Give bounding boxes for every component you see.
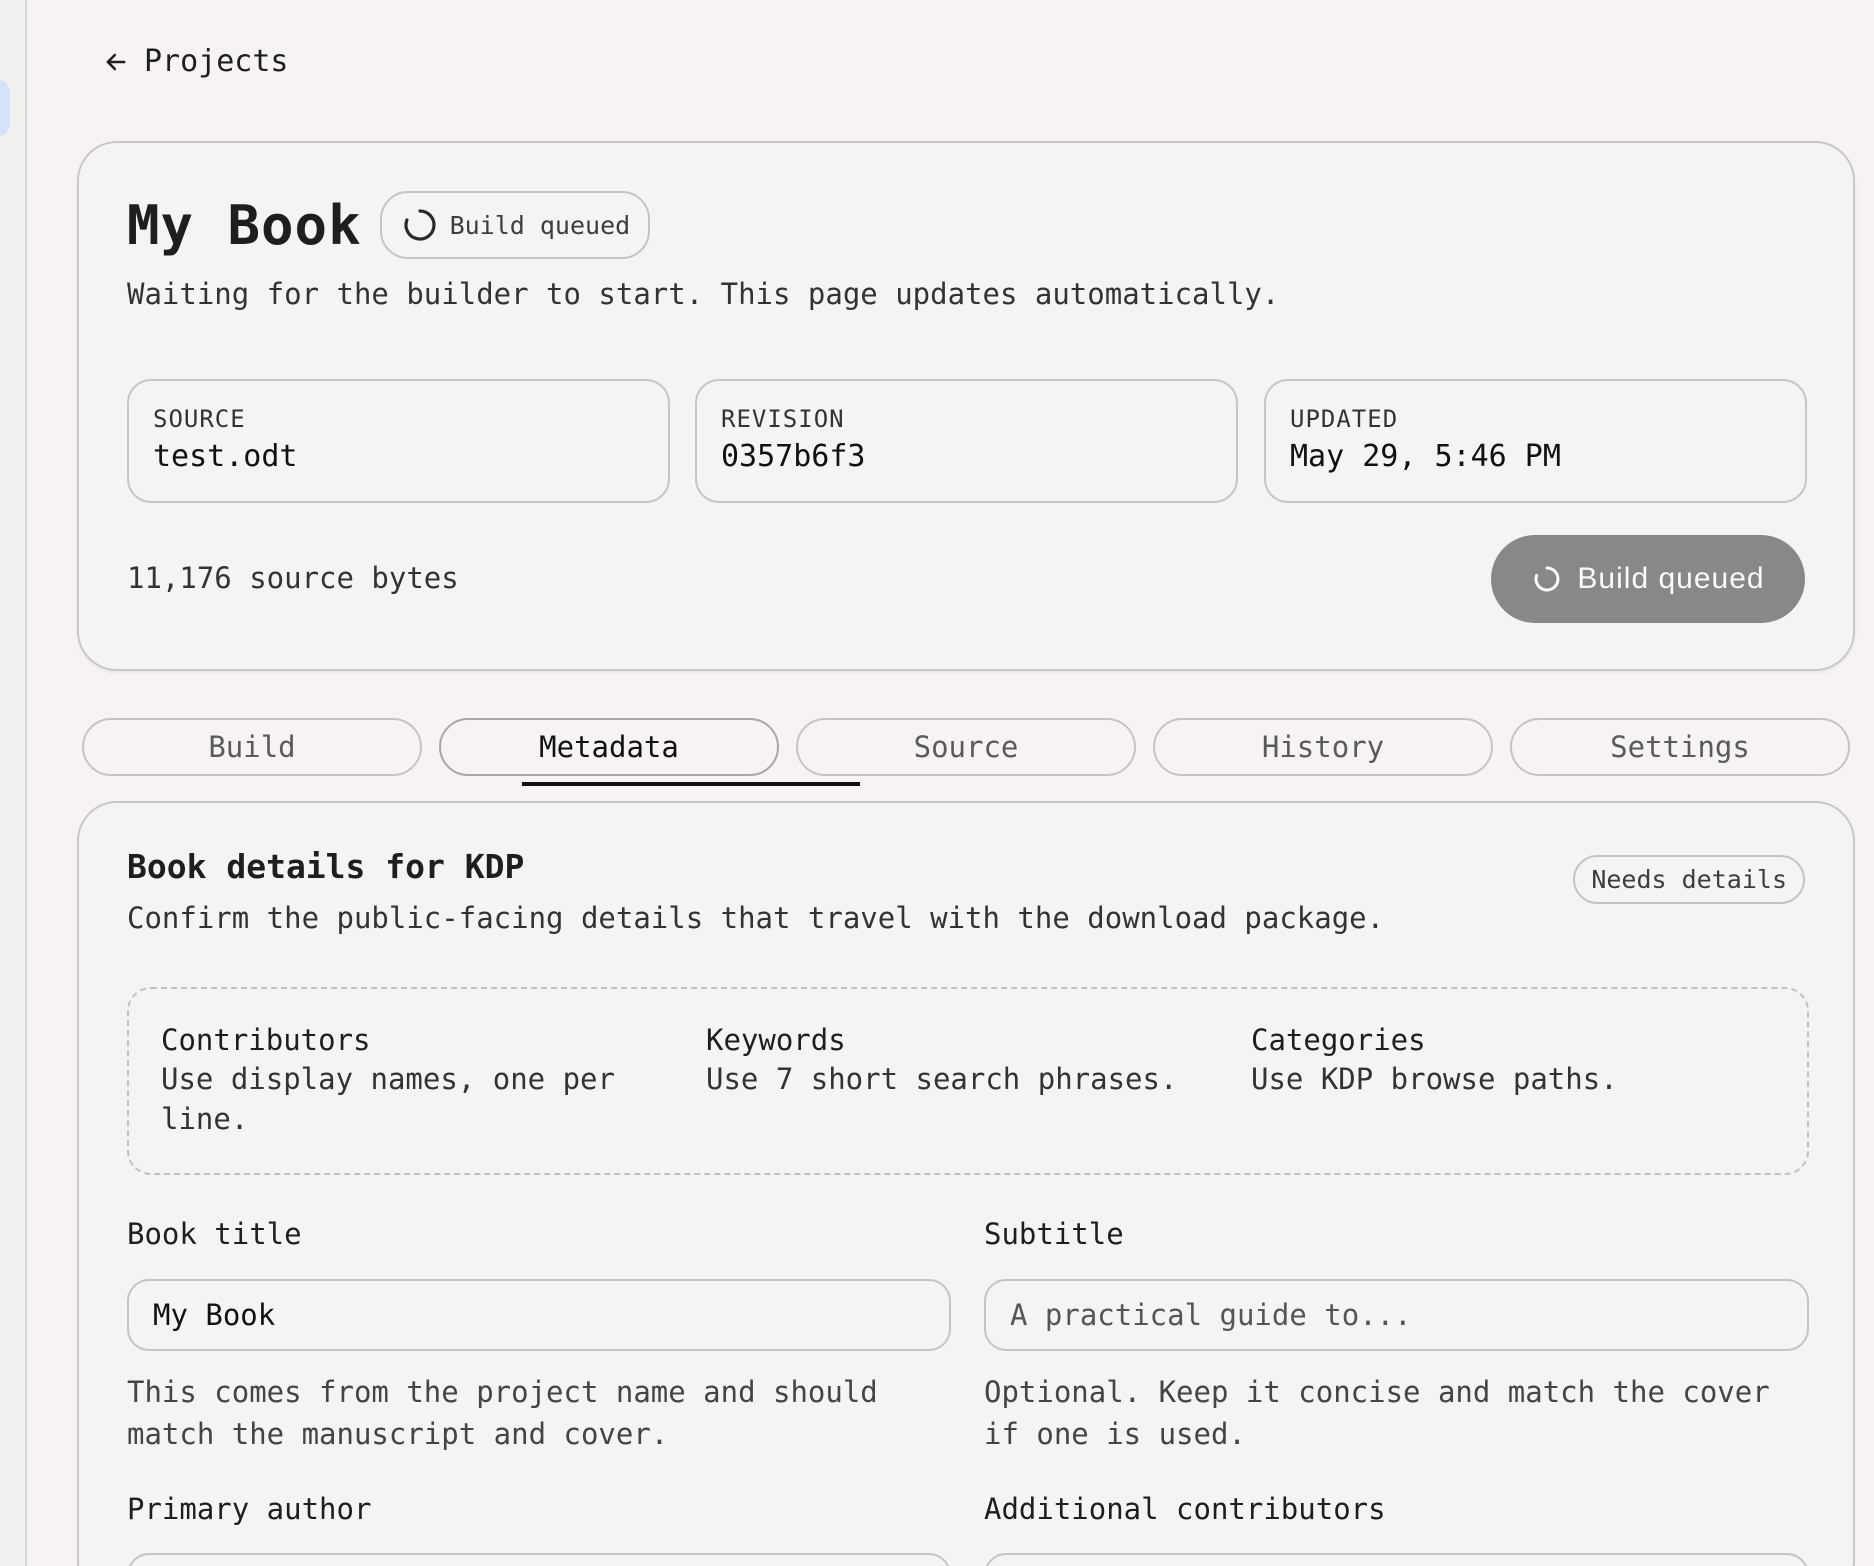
- needs-details-badge: Needs details: [1573, 855, 1805, 904]
- hint-title: Contributors: [161, 1023, 371, 1057]
- hint-categories: Categories Use KDP browse paths.: [1251, 1023, 1731, 1099]
- updated-info-box: UPDATED May 29, 5:46 PM: [1264, 379, 1807, 503]
- tab-settings[interactable]: Settings: [1510, 718, 1850, 776]
- hint-body: Use 7 short search phrases.: [706, 1062, 1178, 1096]
- tab-history[interactable]: History: [1153, 718, 1493, 776]
- revision-info-box: REVISION 0357b6f3: [695, 379, 1238, 503]
- build-status-label: Build queued: [449, 210, 631, 240]
- hint-title: Categories: [1251, 1023, 1426, 1057]
- source-info-box: SOURCE test.odt: [127, 379, 670, 503]
- section-title: Book details for KDP: [127, 847, 525, 886]
- spinner-icon: [403, 209, 436, 241]
- build-button-label: Build queued: [1577, 562, 1765, 595]
- tab-bar: Build Metadata Source History Settings: [82, 718, 1850, 786]
- book-title-help: This comes from the project name and sho…: [127, 1375, 878, 1451]
- hint-body: Use KDP browse paths.: [1251, 1062, 1618, 1096]
- rail-indicator[interactable]: [0, 80, 10, 136]
- back-link-label: Projects: [144, 44, 289, 79]
- book-title-input[interactable]: [127, 1279, 951, 1351]
- tab-build[interactable]: Build: [82, 718, 422, 776]
- primary-author-input[interactable]: [127, 1553, 951, 1566]
- tab-source[interactable]: Source: [796, 718, 1136, 776]
- build-queued-button[interactable]: Build queued: [1491, 535, 1805, 623]
- updated-value: May 29, 5:46 PM: [1290, 439, 1561, 474]
- subtitle-input[interactable]: [984, 1279, 1809, 1351]
- build-status-badge: Build queued: [379, 191, 651, 259]
- spinner-icon: [1534, 566, 1560, 592]
- back-to-projects-link[interactable]: Projects: [102, 44, 289, 79]
- hint-keywords: Keywords Use 7 short search phrases.: [706, 1023, 1186, 1099]
- active-tab-indicator: [522, 782, 860, 786]
- source-label: SOURCE: [153, 405, 246, 433]
- tab-metadata[interactable]: Metadata: [439, 718, 779, 776]
- page: Projects My Book Build queued Waiting fo…: [0, 0, 1874, 1566]
- hint-title: Keywords: [706, 1023, 846, 1057]
- subtitle-help: Optional. Keep it concise and match the …: [984, 1375, 1770, 1451]
- hint-contributors: Contributors Use display names, one per …: [161, 1023, 641, 1139]
- book-details-card: Book details for KDP Needs details Confi…: [77, 801, 1855, 1566]
- additional-contributors-label: Additional contributors: [984, 1492, 1386, 1526]
- left-rail: [0, 0, 27, 1566]
- revision-label: REVISION: [721, 405, 845, 433]
- updated-label: UPDATED: [1290, 405, 1399, 433]
- source-value: test.odt: [153, 439, 298, 474]
- hero-subtitle: Waiting for the builder to start. This p…: [127, 277, 1280, 311]
- arrow-left-icon: [106, 53, 126, 70]
- page-title: My Book: [127, 193, 362, 257]
- hints-box: Contributors Use display names, one per …: [127, 987, 1809, 1175]
- project-summary-card: My Book Build queued Waiting for the bui…: [77, 141, 1855, 671]
- hint-body: Use display names, one per line.: [161, 1062, 615, 1136]
- primary-author-label: Primary author: [127, 1492, 372, 1526]
- additional-contributors-input[interactable]: [984, 1553, 1809, 1566]
- source-bytes: 11,176 source bytes: [127, 561, 459, 595]
- section-subtitle: Confirm the public-facing details that t…: [127, 901, 1385, 935]
- subtitle-label: Subtitle: [984, 1217, 1124, 1251]
- book-title-label: Book title: [127, 1217, 302, 1251]
- revision-value: 0357b6f3: [721, 439, 866, 474]
